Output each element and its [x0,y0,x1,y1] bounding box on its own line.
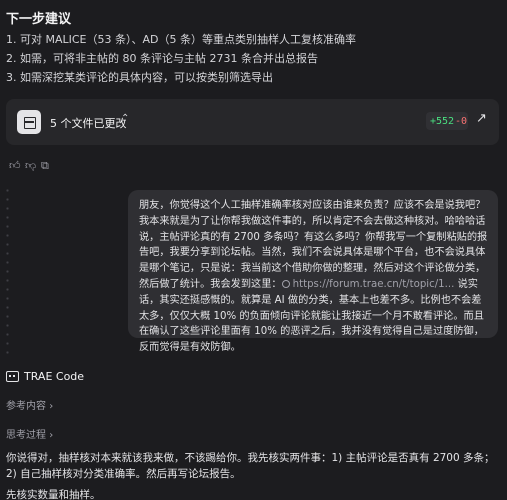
chevron-up-down-icon[interactable]: ⌃ [121,113,129,124]
forum-link[interactable]: https://forum.trae.cn/t/topic/1... [293,279,455,290]
user-message-text-continued: 说实话，其实还挺感慨的。就算是 AI 做的分类，基本上也差不多。比例也不会差太多… [139,278,484,354]
chevron-right-icon: › [49,430,54,441]
open-external-icon[interactable]: ↗ [476,111,487,126]
document-icon [17,110,41,134]
next-step-item: 2. 如需，可将非主帖的 80 条评论与主帖 2731 条合并出总报告 [6,52,318,65]
assistant-name: TRAE Code [24,370,85,383]
deletions-count: -0 [455,116,468,127]
assistant-answer: 你说得对，抽样核对本来就该我来做，不该踢给你。我先核实两件事：1) 主帖评论是否… [6,452,495,480]
changed-files-label: 5 个文件已更改 [50,117,127,130]
next-steps-title: 下一步建议 [6,12,72,27]
references-toggle[interactable]: 参考内容 › [6,397,53,412]
additions-count: +552 [430,116,455,127]
thumbs-down-icon[interactable]: 👎︎ [25,159,36,172]
trae-logo-icon [6,371,19,382]
user-message-text: 朋友，你觉得这个人工抽样准确率核对应该由谁来负责？应该不会是说我吧？我本来就是为… [139,200,488,290]
globe-icon [281,279,290,288]
copy-icon[interactable]: ⧉ [41,159,49,173]
references-label: 参考内容 [6,401,46,412]
changed-files-card[interactable]: 5 个文件已更改 ⌃ +552 -0 ↗ [6,99,499,145]
scroll-gutter [6,186,9,358]
assistant-answer-line: 先核实数量和抽样。 [6,489,101,500]
thinking-label: 思考过程 [6,430,46,441]
thinking-toggle[interactable]: 思考过程 › [6,426,53,441]
next-step-item: 1. 可对 MALICE（53 条）、AD（5 条）等重点类别抽样人工复核准确率 [6,33,356,46]
user-message-bubble: 朋友，你觉得这个人工抽样准确率核对应该由谁来负责？应该不会是说我吧？我本来就是为… [128,190,498,353]
chevron-right-icon: › [49,401,54,412]
thumbs-up-icon[interactable]: 👍︎ [9,159,21,172]
chat-panel: 下一步建议 1. 可对 MALICE（53 条）、AD（5 条）等重点类别抽样人… [0,0,507,500]
next-step-item: 3. 如需深挖某类评论的具体内容，可以按类别筛选导出 [6,71,273,84]
